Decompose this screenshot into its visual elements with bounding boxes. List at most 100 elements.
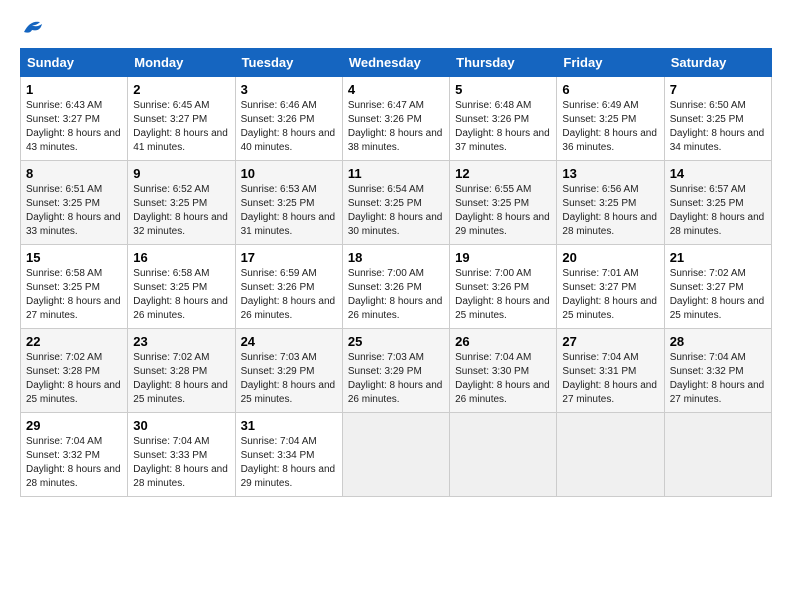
calendar-cell: 3 Sunrise: 6:46 AMSunset: 3:26 PMDayligh… [235,77,342,161]
day-info: Sunrise: 6:59 AMSunset: 3:26 PMDaylight:… [241,268,336,321]
day-info: Sunrise: 7:04 AMSunset: 3:30 PMDaylight:… [455,352,550,405]
calendar-cell: 15 Sunrise: 6:58 AMSunset: 3:25 PMDaylig… [21,245,128,329]
day-number: 21 [670,250,766,265]
day-number: 4 [348,82,444,97]
calendar-cell: 21 Sunrise: 7:02 AMSunset: 3:27 PMDaylig… [664,245,771,329]
day-number: 28 [670,334,766,349]
day-info: Sunrise: 6:56 AMSunset: 3:25 PMDaylight:… [562,184,657,237]
day-info: Sunrise: 7:02 AMSunset: 3:28 PMDaylight:… [26,352,121,405]
calendar-week-row: 29 Sunrise: 7:04 AMSunset: 3:32 PMDaylig… [21,413,772,497]
calendar-week-row: 22 Sunrise: 7:02 AMSunset: 3:28 PMDaylig… [21,329,772,413]
calendar-cell: 20 Sunrise: 7:01 AMSunset: 3:27 PMDaylig… [557,245,664,329]
calendar-cell: 6 Sunrise: 6:49 AMSunset: 3:25 PMDayligh… [557,77,664,161]
day-info: Sunrise: 7:02 AMSunset: 3:28 PMDaylight:… [133,352,228,405]
calendar-cell: 30 Sunrise: 7:04 AMSunset: 3:33 PMDaylig… [128,413,235,497]
weekday-header-thursday: Thursday [450,49,557,77]
calendar-cell: 4 Sunrise: 6:47 AMSunset: 3:26 PMDayligh… [342,77,449,161]
calendar-cell [342,413,449,497]
weekday-header-wednesday: Wednesday [342,49,449,77]
day-info: Sunrise: 7:04 AMSunset: 3:32 PMDaylight:… [670,352,765,405]
day-number: 8 [26,166,122,181]
calendar-cell: 13 Sunrise: 6:56 AMSunset: 3:25 PMDaylig… [557,161,664,245]
day-info: Sunrise: 7:04 AMSunset: 3:34 PMDaylight:… [241,436,336,489]
calendar-cell: 5 Sunrise: 6:48 AMSunset: 3:26 PMDayligh… [450,77,557,161]
day-info: Sunrise: 7:03 AMSunset: 3:29 PMDaylight:… [348,352,443,405]
day-info: Sunrise: 6:58 AMSunset: 3:25 PMDaylight:… [133,268,228,321]
weekday-header-saturday: Saturday [664,49,771,77]
day-info: Sunrise: 7:03 AMSunset: 3:29 PMDaylight:… [241,352,336,405]
calendar-cell: 28 Sunrise: 7:04 AMSunset: 3:32 PMDaylig… [664,329,771,413]
day-info: Sunrise: 6:57 AMSunset: 3:25 PMDaylight:… [670,184,765,237]
day-info: Sunrise: 7:04 AMSunset: 3:31 PMDaylight:… [562,352,657,405]
day-info: Sunrise: 6:55 AMSunset: 3:25 PMDaylight:… [455,184,550,237]
day-number: 22 [26,334,122,349]
weekday-header-monday: Monday [128,49,235,77]
weekday-header-sunday: Sunday [21,49,128,77]
day-info: Sunrise: 7:00 AMSunset: 3:26 PMDaylight:… [348,268,443,321]
day-number: 20 [562,250,658,265]
calendar-cell: 8 Sunrise: 6:51 AMSunset: 3:25 PMDayligh… [21,161,128,245]
day-info: Sunrise: 6:52 AMSunset: 3:25 PMDaylight:… [133,184,228,237]
day-number: 10 [241,166,337,181]
day-info: Sunrise: 7:02 AMSunset: 3:27 PMDaylight:… [670,268,765,321]
day-number: 26 [455,334,551,349]
day-number: 16 [133,250,229,265]
day-number: 1 [26,82,122,97]
day-number: 24 [241,334,337,349]
weekday-header-friday: Friday [557,49,664,77]
day-number: 11 [348,166,444,181]
day-info: Sunrise: 6:48 AMSunset: 3:26 PMDaylight:… [455,100,550,153]
page-header [20,20,772,32]
calendar-cell: 14 Sunrise: 6:57 AMSunset: 3:25 PMDaylig… [664,161,771,245]
day-number: 2 [133,82,229,97]
day-number: 18 [348,250,444,265]
day-number: 7 [670,82,766,97]
calendar-cell: 11 Sunrise: 6:54 AMSunset: 3:25 PMDaylig… [342,161,449,245]
calendar-week-row: 8 Sunrise: 6:51 AMSunset: 3:25 PMDayligh… [21,161,772,245]
day-number: 27 [562,334,658,349]
calendar-cell: 19 Sunrise: 7:00 AMSunset: 3:26 PMDaylig… [450,245,557,329]
day-number: 5 [455,82,551,97]
calendar-cell: 24 Sunrise: 7:03 AMSunset: 3:29 PMDaylig… [235,329,342,413]
weekday-header-tuesday: Tuesday [235,49,342,77]
day-number: 14 [670,166,766,181]
calendar-cell: 29 Sunrise: 7:04 AMSunset: 3:32 PMDaylig… [21,413,128,497]
calendar-week-row: 15 Sunrise: 6:58 AMSunset: 3:25 PMDaylig… [21,245,772,329]
day-number: 30 [133,418,229,433]
day-info: Sunrise: 6:46 AMSunset: 3:26 PMDaylight:… [241,100,336,153]
day-info: Sunrise: 6:47 AMSunset: 3:26 PMDaylight:… [348,100,443,153]
calendar-cell: 16 Sunrise: 6:58 AMSunset: 3:25 PMDaylig… [128,245,235,329]
calendar-cell: 26 Sunrise: 7:04 AMSunset: 3:30 PMDaylig… [450,329,557,413]
calendar-cell: 23 Sunrise: 7:02 AMSunset: 3:28 PMDaylig… [128,329,235,413]
day-info: Sunrise: 6:45 AMSunset: 3:27 PMDaylight:… [133,100,228,153]
day-number: 9 [133,166,229,181]
calendar-cell: 22 Sunrise: 7:02 AMSunset: 3:28 PMDaylig… [21,329,128,413]
day-info: Sunrise: 6:50 AMSunset: 3:25 PMDaylight:… [670,100,765,153]
calendar-table: SundayMondayTuesdayWednesdayThursdayFrid… [20,48,772,497]
day-number: 19 [455,250,551,265]
calendar-cell: 25 Sunrise: 7:03 AMSunset: 3:29 PMDaylig… [342,329,449,413]
calendar-cell: 31 Sunrise: 7:04 AMSunset: 3:34 PMDaylig… [235,413,342,497]
calendar-cell: 27 Sunrise: 7:04 AMSunset: 3:31 PMDaylig… [557,329,664,413]
calendar-cell: 9 Sunrise: 6:52 AMSunset: 3:25 PMDayligh… [128,161,235,245]
calendar-cell [557,413,664,497]
day-info: Sunrise: 7:01 AMSunset: 3:27 PMDaylight:… [562,268,657,321]
calendar-cell [664,413,771,497]
logo-bird-icon [22,18,44,36]
calendar-cell: 2 Sunrise: 6:45 AMSunset: 3:27 PMDayligh… [128,77,235,161]
day-number: 31 [241,418,337,433]
day-number: 3 [241,82,337,97]
calendar-week-row: 1 Sunrise: 6:43 AMSunset: 3:27 PMDayligh… [21,77,772,161]
day-number: 12 [455,166,551,181]
day-info: Sunrise: 7:04 AMSunset: 3:33 PMDaylight:… [133,436,228,489]
calendar-cell: 7 Sunrise: 6:50 AMSunset: 3:25 PMDayligh… [664,77,771,161]
day-info: Sunrise: 7:04 AMSunset: 3:32 PMDaylight:… [26,436,121,489]
calendar-cell: 1 Sunrise: 6:43 AMSunset: 3:27 PMDayligh… [21,77,128,161]
day-number: 23 [133,334,229,349]
day-info: Sunrise: 6:58 AMSunset: 3:25 PMDaylight:… [26,268,121,321]
day-number: 13 [562,166,658,181]
day-number: 25 [348,334,444,349]
calendar-cell: 12 Sunrise: 6:55 AMSunset: 3:25 PMDaylig… [450,161,557,245]
day-info: Sunrise: 7:00 AMSunset: 3:26 PMDaylight:… [455,268,550,321]
calendar-cell [450,413,557,497]
